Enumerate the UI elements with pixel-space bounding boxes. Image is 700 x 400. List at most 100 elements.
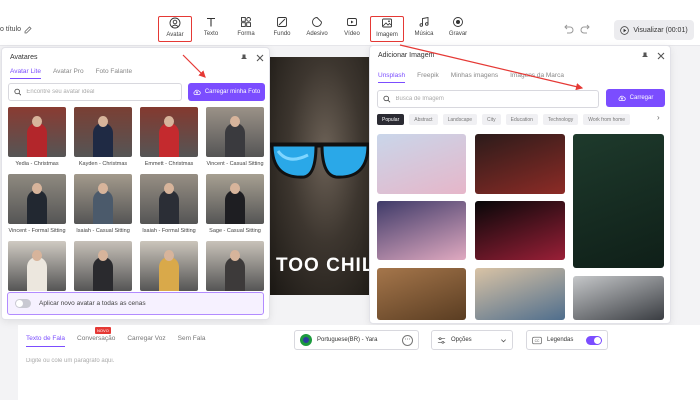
avatar-search[interactable] (8, 83, 182, 101)
tab-unsplash[interactable]: Unsplash (378, 72, 406, 83)
avatar-card[interactable]: Isaiah - Casual Sitting (74, 174, 132, 238)
captions-option[interactable]: CC Legendas (526, 330, 608, 350)
edit-title-icon[interactable] (23, 25, 33, 35)
upload-image-label: Carregar (629, 95, 654, 101)
chip-popular[interactable]: Popular (377, 114, 405, 125)
captions-toggle[interactable] (586, 335, 602, 345)
chip-abstract[interactable]: Abstract (409, 114, 438, 125)
image-picture-wall[interactable] (475, 268, 565, 320)
upload-photo-button[interactable]: Carregar minha Foto (188, 83, 265, 101)
tab-foto-falante[interactable]: Foto Falante (96, 68, 133, 79)
tool-video-button[interactable]: Vídeo (335, 16, 369, 42)
pin-icon[interactable] (641, 52, 649, 60)
sunglasses-graphic (268, 142, 372, 179)
avatar-thumbnail (8, 107, 66, 157)
tab-brand-images[interactable]: Imagens da Marca (510, 72, 564, 83)
avatar-card[interactable]: Yedia - Christmas (8, 107, 66, 171)
chip-city[interactable]: City (482, 114, 501, 125)
more-icon[interactable]: ⋯ (402, 334, 413, 346)
avatar-head (98, 116, 108, 127)
close-icon[interactable] (256, 54, 264, 62)
tab-my-images[interactable]: Minhas imagens (451, 72, 498, 83)
tool-sticker-button[interactable]: Adesivo (300, 16, 334, 42)
avatar-figure (93, 190, 113, 224)
avatar-head (32, 250, 42, 261)
tab-no-speech[interactable]: Sem Fala (178, 335, 206, 347)
avatar-card[interactable]: Vincent - Casual Sitting (206, 107, 264, 171)
avatar-figure (93, 257, 113, 291)
tab-text-to-speech[interactable]: Texto de Fala (26, 335, 66, 347)
top-toolbar: o título Avatar Texto Forma Fundo Adesiv… (0, 0, 700, 46)
tool-avatar-button[interactable]: Avatar (158, 16, 192, 42)
close-icon[interactable] (657, 52, 665, 60)
avatar-thumbnail (8, 174, 66, 224)
avatar-card[interactable]: Vincent - Formal Sitting (8, 174, 66, 238)
image-search-input[interactable] (395, 96, 598, 102)
shape-icon (241, 17, 251, 27)
chip-landscape[interactable]: Landscape (442, 114, 478, 125)
image-search[interactable] (377, 90, 599, 108)
voice-selector[interactable]: Portuguese(BR) - Yara ⋯ (294, 330, 419, 350)
canvas-caption[interactable]: TOO CHIL (276, 255, 374, 277)
avatar-grid: Yedia - Christmas Kayden - Christmas Emmet… (8, 107, 266, 305)
avatar-figure (159, 123, 179, 157)
preview-button-label: Visualizar (00:01) (633, 26, 688, 34)
image-silver-car[interactable] (573, 276, 664, 320)
tool-background-button[interactable]: Fundo (265, 16, 299, 42)
tool-record-button[interactable]: Gravar (441, 16, 475, 42)
tab-upload-voice[interactable]: Carregar Voz (127, 335, 165, 347)
avatar-card[interactable]: Sage - Casual Sitting (206, 174, 264, 238)
sticker-icon (312, 17, 322, 27)
image-green-car[interactable] (573, 134, 664, 268)
avatars-panel: Avatares Avatar Lite Avatar Pro Foto Fal… (1, 47, 270, 320)
pin-icon[interactable] (240, 54, 248, 62)
preview-button[interactable]: Visualizar (00:01) (614, 20, 694, 40)
tab-avatar-pro[interactable]: Avatar Pro (53, 68, 84, 79)
upload-cloud-icon (618, 95, 626, 101)
options-dropdown[interactable]: Opções (431, 330, 513, 350)
avatar-card[interactable]: Isaiah - Formal Sitting (140, 174, 198, 238)
undo-icon[interactable] (562, 24, 574, 34)
apply-all-option[interactable]: Aplicar novo avatar a todas as cenas (7, 292, 264, 315)
avatar-head (98, 183, 108, 194)
avatar-head (98, 250, 108, 261)
image-food-bowl[interactable] (377, 268, 466, 320)
tool-music-button[interactable]: Música (407, 16, 441, 42)
avatar-head (230, 183, 240, 194)
avatar-tabs: Avatar Lite Avatar Pro Foto Falante (10, 68, 132, 79)
avatar-name: Vincent - Formal Sitting (8, 228, 66, 234)
paragraph-input[interactable] (26, 358, 686, 364)
tool-text-button[interactable]: Texto (194, 16, 228, 42)
tab-conversation[interactable]: Conversação NOVO (77, 327, 115, 347)
chip-work-from-home[interactable]: Work from home (583, 114, 631, 125)
avatar-head (164, 250, 174, 261)
avatar-thumbnail (74, 174, 132, 224)
chip-technology[interactable]: Technology (542, 114, 579, 125)
document-title[interactable]: o título (0, 26, 21, 33)
avatar-name: Vincent - Casual Sitting (206, 161, 264, 167)
upload-image-button[interactable]: Carregar (606, 89, 665, 107)
chip-education[interactable]: Education (505, 114, 538, 125)
captions-icon: CC (532, 336, 542, 344)
avatar-thumbnail (140, 107, 198, 157)
image-car-interior[interactable] (475, 134, 565, 194)
voice-label: Portuguese(BR) - Yara (317, 337, 378, 343)
image-purple-sky[interactable] (377, 201, 466, 260)
tool-image-button[interactable]: Imagem (370, 16, 404, 42)
avatar-card[interactable]: Emmett - Christmas (140, 107, 198, 171)
avatar-figure (159, 257, 179, 291)
avatar-thumbnail (206, 241, 264, 291)
chevron-right-icon[interactable]: › (657, 113, 660, 122)
image-cherry-blossom[interactable] (377, 134, 466, 194)
avatar-head (164, 116, 174, 127)
avatar-thumbnail (140, 241, 198, 291)
avatar-card[interactable]: Kayden - Christmas (74, 107, 132, 171)
apply-all-toggle[interactable] (15, 299, 31, 308)
tool-shape-button[interactable]: Forma (229, 16, 263, 42)
brazil-flag-icon (300, 334, 312, 346)
avatar-search-input[interactable] (26, 89, 181, 95)
tab-freepik[interactable]: Freepik (417, 72, 439, 83)
redo-icon[interactable] (580, 24, 592, 34)
image-dark-flower[interactable] (475, 201, 565, 260)
tab-avatar-lite[interactable]: Avatar Lite (10, 68, 41, 79)
